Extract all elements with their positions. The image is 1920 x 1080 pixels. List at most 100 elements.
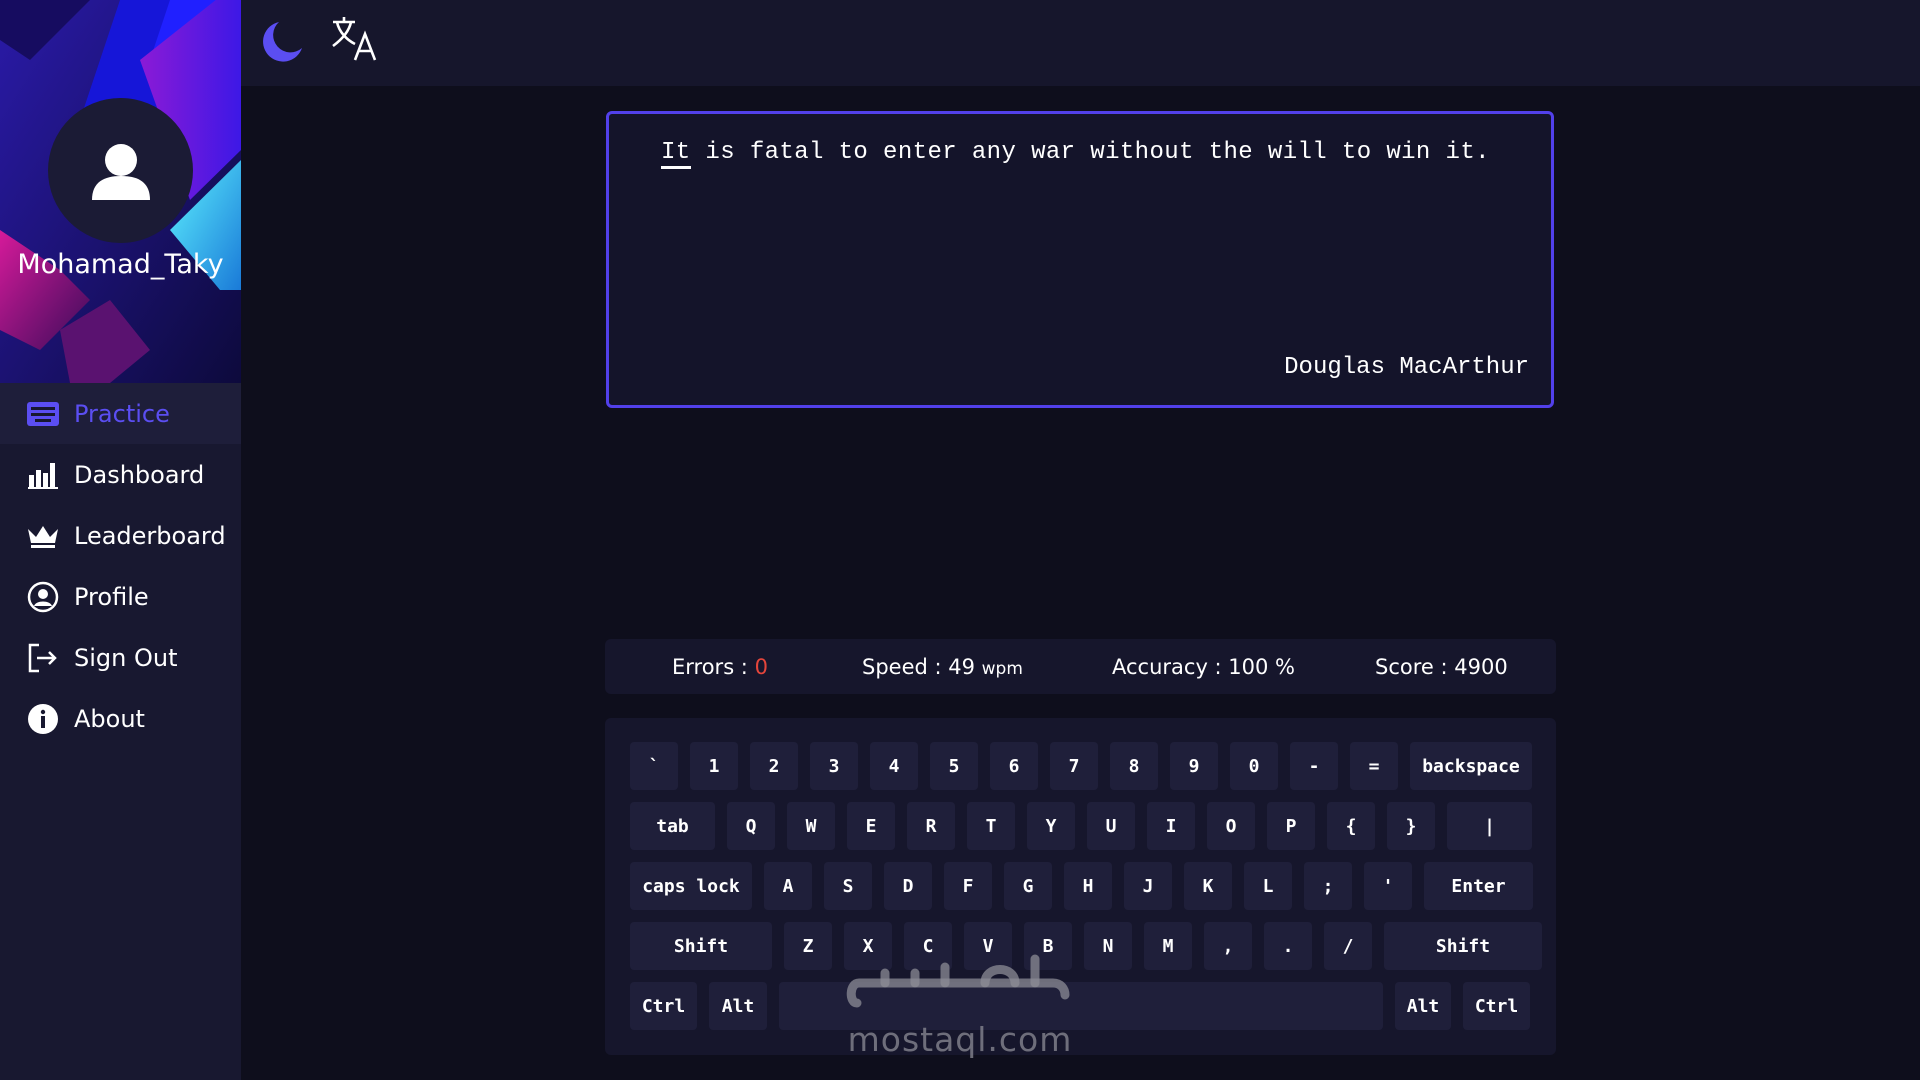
profile-banner: Mohamad_Taky [0,0,241,383]
sidebar-item-profile[interactable]: Profile [0,566,241,627]
quote-text: It is fatal to enter any war without the… [661,139,1490,169]
key-r[interactable]: R [907,802,955,850]
key-symbol[interactable]: , [1204,922,1252,970]
sidebar-item-label: Sign Out [74,643,178,672]
stats-bar: Errors : 0 Speed : 49 wpm Accuracy : 100… [605,639,1556,694]
key-enter[interactable]: Enter [1424,862,1533,910]
key-d[interactable]: D [884,862,932,910]
key-f[interactable]: F [944,862,992,910]
key-m[interactable]: M [1144,922,1192,970]
sidebar-nav: Practice Dashboard Leaderboard Profile S… [0,383,241,749]
bar-chart-icon [26,458,60,492]
quote-author: Douglas MacArthur [1284,354,1529,381]
key-1[interactable]: 1 [690,742,738,790]
key-shift[interactable]: Shift [630,922,772,970]
user-avatar-icon [91,143,150,200]
key-ctrl[interactable]: Ctrl [1463,982,1530,1030]
key-symbol[interactable]: . [1264,922,1312,970]
quote-box[interactable]: It is fatal to enter any war without the… [606,111,1554,408]
key-a[interactable]: A [764,862,812,910]
errors-value: 0 [754,655,768,679]
sidebar-item-label: About [74,704,145,733]
sidebar-item-about[interactable]: About [0,688,241,749]
key-symbol[interactable]: { [1327,802,1375,850]
sidebar-item-label: Dashboard [74,460,205,489]
key-caps-lock[interactable]: caps lock [630,862,752,910]
key-8[interactable]: 8 [1110,742,1158,790]
username: Mohamad_Taky [17,249,224,280]
key-x[interactable]: X [844,922,892,970]
key-7[interactable]: 7 [1050,742,1098,790]
sidebar-item-dashboard[interactable]: Dashboard [0,444,241,505]
key-6[interactable]: 6 [990,742,1038,790]
sidebar-item-label: Practice [74,399,170,428]
errors-stat: Errors : 0 [672,655,768,679]
score-stat: Score : 4900 [1375,655,1508,679]
key-y[interactable]: Y [1027,802,1075,850]
key-k[interactable]: K [1184,862,1232,910]
key-2[interactable]: 2 [750,742,798,790]
key-w[interactable]: W [787,802,835,850]
key-c[interactable]: C [904,922,952,970]
translate-icon[interactable] [329,14,381,66]
sidebar-item-sign-out[interactable]: Sign Out [0,627,241,688]
key-alt[interactable]: Alt [709,982,767,1030]
keyboard-icon [26,397,60,431]
key-b[interactable]: B [1024,922,1072,970]
key-v[interactable]: V [964,922,1012,970]
sidebar-item-leaderboard[interactable]: Leaderboard [0,505,241,566]
key-9[interactable]: 9 [1170,742,1218,790]
sidebar-item-practice[interactable]: Practice [0,383,241,444]
crown-icon [26,519,60,553]
key-symbol[interactable]: ' [1364,862,1412,910]
key-e[interactable]: E [847,802,895,850]
key-q[interactable]: Q [727,802,775,850]
key-0[interactable]: 0 [1230,742,1278,790]
sidebar: Mohamad_Taky Practice Dashboard Leaderbo… [0,0,241,1080]
key-symbol[interactable]: } [1387,802,1435,850]
key-p[interactable]: P [1267,802,1315,850]
key-n[interactable]: N [1084,922,1132,970]
key-s[interactable]: S [824,862,872,910]
key-z[interactable]: Z [784,922,832,970]
info-icon [26,702,60,736]
key-o[interactable]: O [1207,802,1255,850]
key-t[interactable]: T [967,802,1015,850]
speed-stat: Speed : 49 wpm [862,655,1023,679]
key-5[interactable]: 5 [930,742,978,790]
avatar[interactable] [48,98,193,243]
key-h[interactable]: H [1064,862,1112,910]
key-symbol[interactable]: ; [1304,862,1352,910]
speed-label: Speed : 49 [862,655,982,679]
key-backspace[interactable]: backspace [1410,742,1532,790]
current-word: It [661,139,691,169]
speed-unit: wpm [981,659,1023,679]
key-j[interactable]: J [1124,862,1172,910]
key-tab[interactable]: tab [630,802,715,850]
key-u[interactable]: U [1087,802,1135,850]
key-symbol[interactable]: - [1290,742,1338,790]
app: Mohamad_Taky Practice Dashboard Leaderbo… [0,0,1920,1080]
key-g[interactable]: G [1004,862,1052,910]
sign-out-icon [26,641,60,675]
key-l[interactable]: L [1244,862,1292,910]
key-symbol[interactable]: / [1324,922,1372,970]
virtual-keyboard: ` 1 2 3 4 5 6 7 8 9 0- = backspace tab Q W E R T Y U I O P{} | ca… [605,718,1556,1055]
key-symbol[interactable]: = [1350,742,1398,790]
accuracy-stat: Accuracy : 100 % [1112,655,1296,679]
key-symbol[interactable]: ` [630,742,678,790]
key-3[interactable]: 3 [810,742,858,790]
key-shift[interactable]: Shift [1384,922,1542,970]
key-space[interactable] [779,982,1383,1030]
key-4[interactable]: 4 [870,742,918,790]
user-circle-icon [26,580,60,614]
key-ctrl[interactable]: Ctrl [630,982,697,1030]
sidebar-item-label: Profile [74,582,149,611]
sidebar-item-label: Leaderboard [74,521,226,550]
remaining-text: is fatal to enter any war without the wi… [690,139,1490,166]
key-alt[interactable]: Alt [1395,982,1451,1030]
moon-icon[interactable] [257,16,307,66]
errors-label: Errors : [672,655,755,679]
key-symbol[interactable]: | [1447,802,1532,850]
key-i[interactable]: I [1147,802,1195,850]
